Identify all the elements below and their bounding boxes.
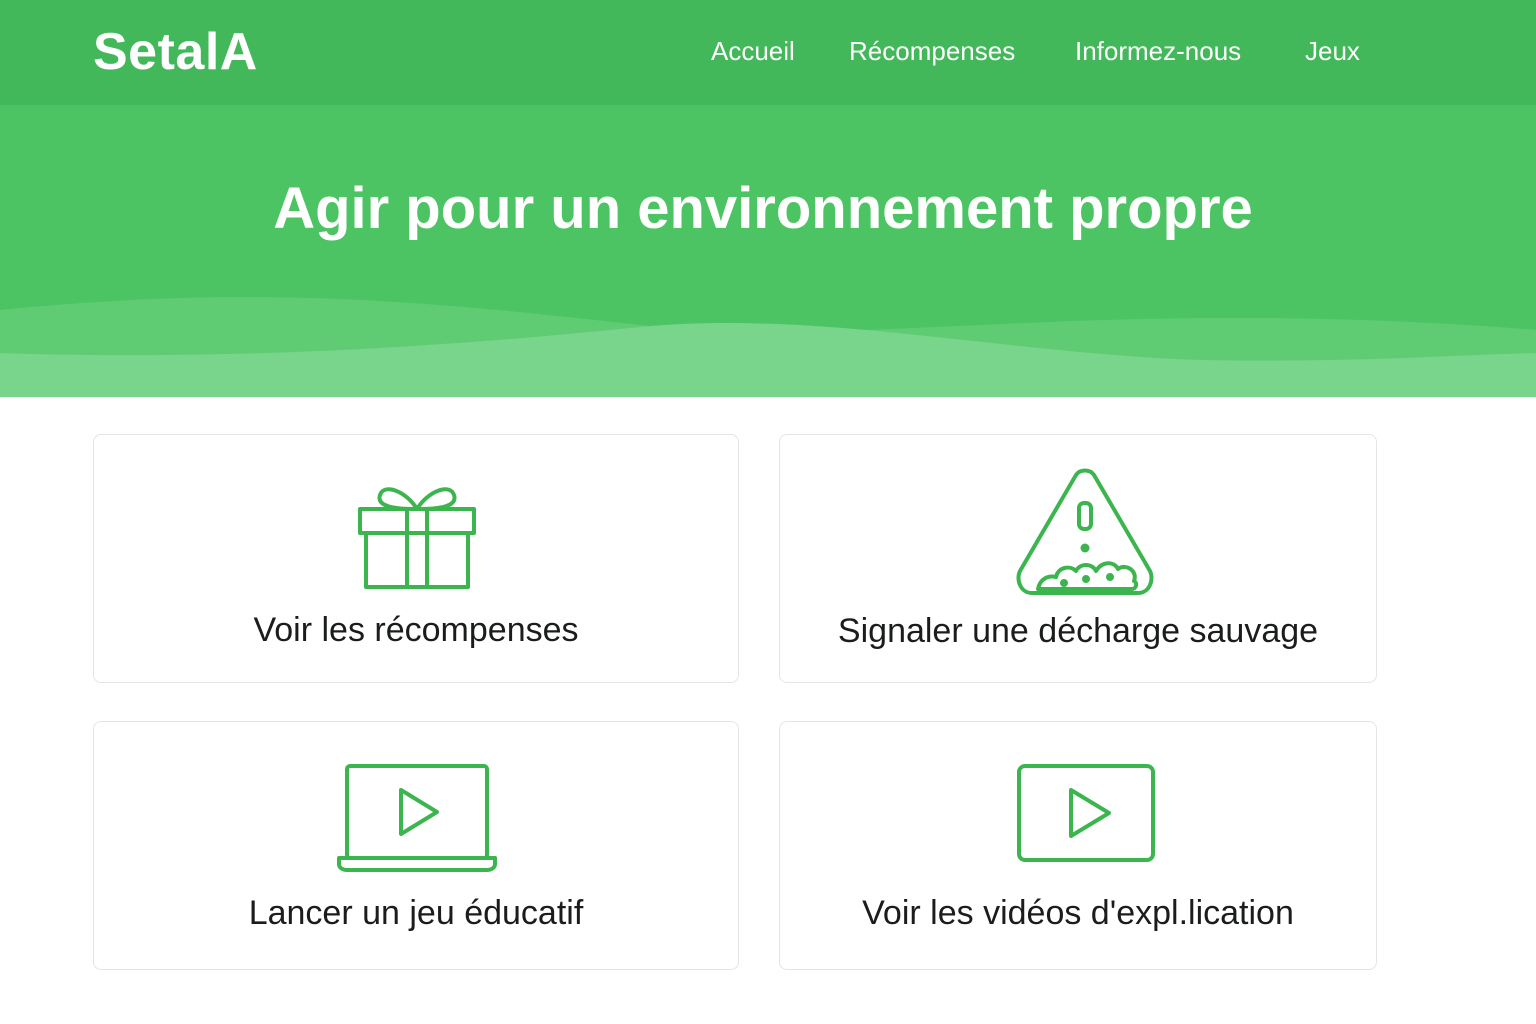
card-rewards-label: Voir les récompenses <box>253 611 579 649</box>
hero-banner: Agir pour un environnement propre <box>0 105 1536 397</box>
video-play-icon <box>1017 764 1155 862</box>
main-nav: Accueil Récompenses Informez-nous Jeux <box>0 36 1536 70</box>
card-rewards[interactable]: Voir les récompenses <box>93 434 739 683</box>
card-educational-game-label: Lancer un jeu éducatif <box>248 894 584 932</box>
nav-item-recompenses[interactable]: Récompenses <box>849 36 1015 67</box>
gift-icon <box>358 487 476 589</box>
hero-title: Agir pour un environnement propre <box>273 176 1253 241</box>
nav-item-jeux[interactable]: Jeux <box>1305 36 1360 67</box>
laptop-play-icon <box>337 764 497 872</box>
card-explanation-videos[interactable]: Voir les vidéos d'expl.lication <box>779 721 1377 970</box>
top-navbar: SetalA Accueil Récompenses Informez-nous… <box>0 0 1536 105</box>
nav-item-informez-nous[interactable]: Informez-nous <box>1075 36 1241 67</box>
card-explanation-videos-label: Voir les vidéos d'expl.lication <box>862 894 1294 932</box>
card-educational-game[interactable]: Lancer un jeu éducatif <box>93 721 739 970</box>
card-report-dump-label: Signaler une décharge sauvage <box>837 612 1319 650</box>
hero-waves-decoration <box>0 297 1536 397</box>
card-report-dump[interactable]: Signaler une décharge sauvage <box>779 434 1377 683</box>
nav-item-accueil[interactable]: Accueil <box>711 36 795 67</box>
warning-trash-icon <box>1016 468 1154 595</box>
